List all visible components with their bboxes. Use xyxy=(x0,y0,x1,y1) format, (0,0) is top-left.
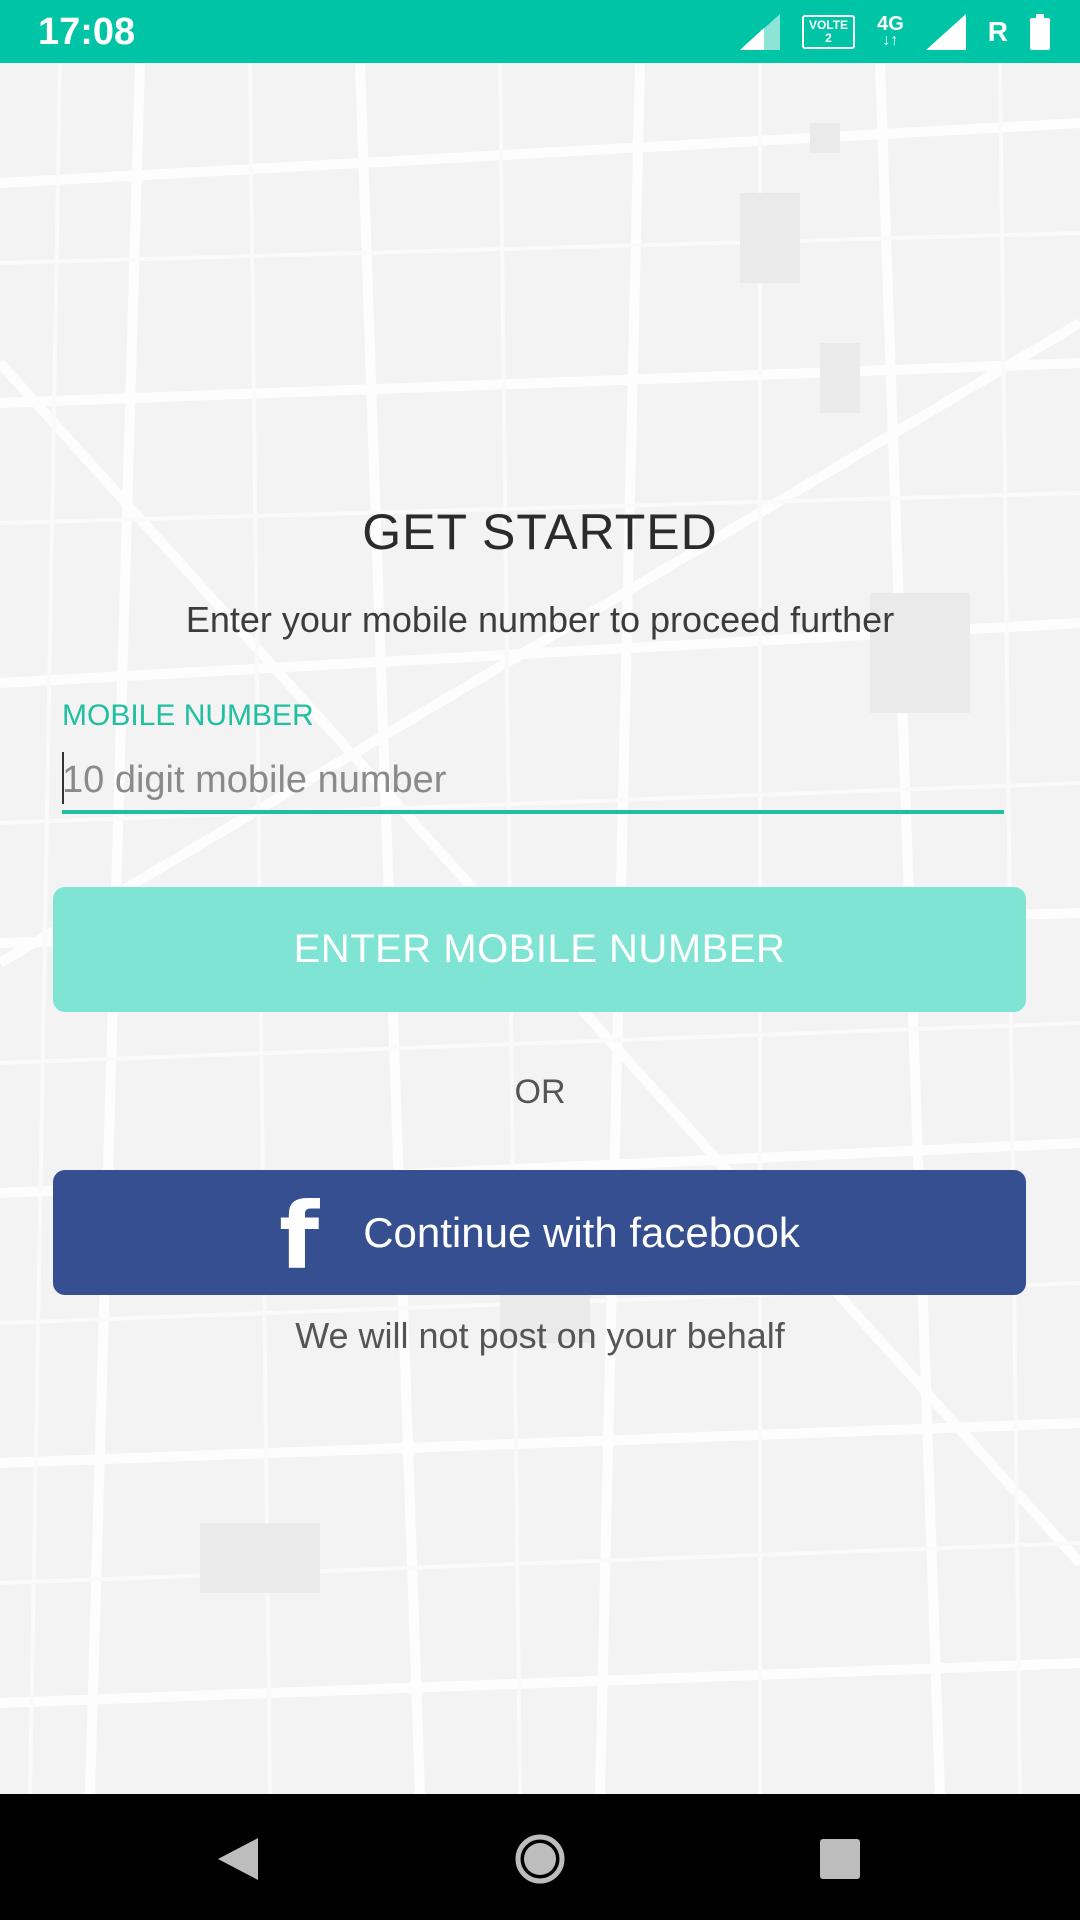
enter-mobile-number-button[interactable]: ENTER MOBILE NUMBER xyxy=(53,887,1026,1012)
signal-icon xyxy=(739,14,780,50)
facebook-button-label: Continue with facebook xyxy=(363,1208,800,1256)
volte-icon: VOLTE 2 xyxy=(801,15,856,49)
mobile-number-label: MOBILE NUMBER xyxy=(62,699,314,732)
signal-full-icon xyxy=(925,14,966,50)
or-divider: OR xyxy=(514,1073,566,1111)
roaming-indicator: R xyxy=(987,16,1008,47)
page-title: GET STARTED xyxy=(362,504,718,560)
home-icon[interactable] xyxy=(505,1824,575,1894)
navigation-bar xyxy=(0,1794,1080,1920)
network-type: 4G xyxy=(877,13,904,35)
battery-icon xyxy=(1030,14,1050,50)
back-icon[interactable] xyxy=(200,1824,270,1894)
status-time: 17:08 xyxy=(38,11,136,53)
status-icons: VOLTE 2 4G ↓↑ R xyxy=(739,10,1050,54)
status-bar: 17:08 VOLTE 2 4G ↓↑ R xyxy=(0,0,1080,63)
text-cursor xyxy=(62,752,64,804)
volte-sim: 2 xyxy=(825,31,832,45)
recents-icon[interactable] xyxy=(805,1824,875,1894)
continue-with-facebook-button[interactable]: f Continue with facebook xyxy=(53,1170,1026,1295)
data-arrows-icon: 4G ↓↑ xyxy=(877,13,904,49)
mobile-number-input[interactable] xyxy=(62,750,1004,814)
facebook-disclaimer: We will not post on your behalf xyxy=(295,1315,785,1356)
page-subtitle: Enter your mobile number to proceed furt… xyxy=(185,599,895,640)
facebook-icon: f xyxy=(279,1182,320,1290)
